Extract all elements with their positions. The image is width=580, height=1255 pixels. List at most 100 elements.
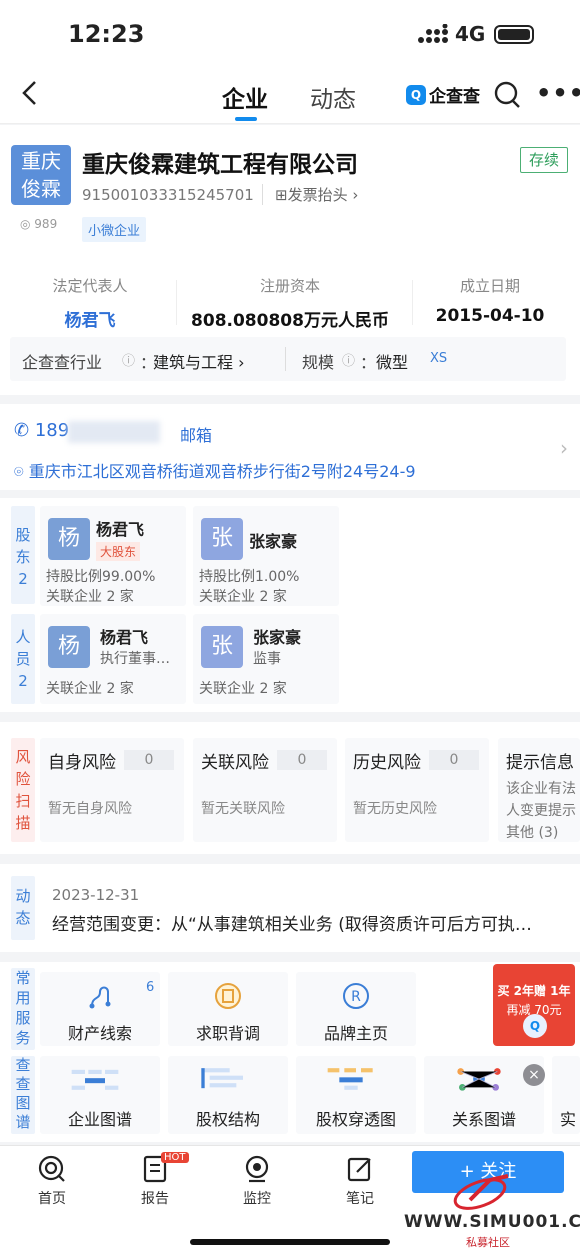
common-services-label: 常 用 服 务 xyxy=(11,968,35,1050)
dynamic-text: 经营范围变更：从“从事建筑相关业务 (取得资质许可后方可执… xyxy=(52,915,532,935)
invoice-icon: ⊞ xyxy=(275,186,288,204)
staff-card[interactable]: 杨 杨君飞 执行董事… 关联企业 2 家 xyxy=(40,614,186,704)
founded-value: 2015-04-10 xyxy=(435,306,545,326)
promo-banner[interactable]: 买 2年赠 1年 再减 70元 Q xyxy=(493,964,575,1046)
related-companies: 关联企业 2 家 xyxy=(46,681,134,697)
phone-icon: ✆ xyxy=(14,420,30,441)
search-icon[interactable] xyxy=(493,80,521,108)
label-char: 2 xyxy=(18,672,28,690)
staff-role: 监事 xyxy=(253,651,281,667)
location-pin-icon: ⌾ xyxy=(14,462,29,481)
divider xyxy=(285,347,286,371)
founded-date: 成立日期 2015-04-10 xyxy=(430,275,550,326)
avatar-line-2: 俊霖 xyxy=(21,177,61,201)
info-icon: ⓘ xyxy=(342,354,356,369)
tab-notes[interactable]: 笔记 xyxy=(330,1154,390,1208)
company-graph-button[interactable]: 企业图谱 xyxy=(40,1056,160,1134)
history-risk-card[interactable]: 历史风险 0 暂无历史风险 xyxy=(345,738,489,842)
email-link[interactable]: 邮箱 xyxy=(180,422,212,446)
company-tag[interactable]: 小微企业 xyxy=(82,217,147,242)
network-type: 4G xyxy=(455,22,486,46)
scale-label: 规模 xyxy=(302,353,335,372)
risk-scan-label: 风 险 扫 描 xyxy=(11,738,35,842)
label-char: 用 xyxy=(15,989,31,1007)
shareholder-name: 杨君飞 xyxy=(96,520,145,539)
tab-monitor[interactable]: 监控 xyxy=(227,1154,287,1208)
self-risk-card[interactable]: 自身风险 0 暂无自身风险 xyxy=(40,738,184,842)
label-char: 查 xyxy=(15,1056,31,1074)
promo-line-1: 买 2年赠 1年 xyxy=(497,984,571,998)
close-icon[interactable]: × xyxy=(523,1064,545,1086)
credit-code: 915001033315245701 xyxy=(82,186,254,204)
related-risk-card[interactable]: 关联风险 0 暂无关联风险 xyxy=(193,738,337,842)
equity-structure-button[interactable]: 股权结构 xyxy=(168,1056,288,1134)
industry-value[interactable]: 建筑与工程 › xyxy=(153,349,245,373)
tab-company[interactable]: 企业 xyxy=(222,80,268,114)
invoice-label: 发票抬头 › xyxy=(287,186,359,204)
dynamics-card[interactable]: 动 态 2023-12-31 经营范围变更：从“从事建筑相关业务 (取得资质许可… xyxy=(0,864,580,952)
phone-link[interactable]: ✆ 189 xyxy=(14,420,69,441)
service-label: 股权穿透图 xyxy=(315,1110,396,1129)
label-char: 常 xyxy=(15,969,31,987)
back-arrow-icon[interactable] xyxy=(16,78,46,108)
contact-card: ✆ 189 邮箱 ⌾ 重庆市江北区观音桥街道观音桥步行街2号附24号24-9 › xyxy=(0,404,580,490)
relationship-graph-thumbnail-icon xyxy=(457,1068,501,1091)
shareholder-card[interactable]: 杨 杨君飞 大股东 持股比例99.00% 关联企业 2 家 xyxy=(40,506,186,606)
more-graph-button[interactable]: 实 xyxy=(552,1056,580,1134)
staff-label[interactable]: 人 员 2 xyxy=(11,614,35,704)
avatar: 张 xyxy=(201,626,243,668)
registered-trademark-icon: R xyxy=(343,983,369,1009)
job-background-check-button[interactable]: 求职背调 xyxy=(168,972,288,1046)
avatar: 杨 xyxy=(48,626,90,668)
staff-card[interactable]: 张 张家豪 监事 关联企业 2 家 xyxy=(193,614,339,704)
tab-home[interactable]: 首页 xyxy=(22,1154,82,1208)
risk-count: 0 xyxy=(429,750,479,770)
avatar: 张 xyxy=(201,518,243,560)
shareholders-label[interactable]: 股 东 2 xyxy=(11,506,35,604)
risk-desc: 暂无历史风险 xyxy=(353,801,437,817)
divider xyxy=(176,280,177,325)
staff-name: 杨君飞 xyxy=(100,628,149,647)
share-ratio: 持股比例1.00% xyxy=(199,569,300,585)
tab-dynamics[interactable]: 动态 xyxy=(310,80,356,114)
home-logo-icon xyxy=(38,1155,65,1182)
company-name: 重庆俊霖建筑工程有限公司 xyxy=(82,152,358,178)
hint-info-card[interactable]: 提示信息 该企业有法 人变更提示 其他 (3) xyxy=(498,738,580,842)
tab-label: 报告 xyxy=(141,1191,169,1207)
info-icon: ⓘ xyxy=(122,354,136,369)
watermark-site: WWW.SIMU001.CN xyxy=(404,1212,580,1232)
related-companies: 关联企业 2 家 xyxy=(199,589,287,605)
service-label: 实 xyxy=(560,1110,577,1129)
tab-report[interactable]: 报告 HOT xyxy=(125,1152,189,1208)
address-link[interactable]: ⌾ 重庆市江北区观音桥街道观音桥步行街2号附24号24-9 xyxy=(14,458,416,482)
label-char: 风 xyxy=(15,748,31,766)
label-char: 图 xyxy=(15,1094,31,1112)
label-char: 服 xyxy=(15,1009,31,1027)
label-char: 2 xyxy=(18,570,28,588)
status-bar: 12:23 4G xyxy=(0,0,580,66)
hot-badge: HOT xyxy=(161,1152,189,1163)
risk-scan-card: 风 险 扫 描 自身风险 0 暂无自身风险 关联风险 0 暂无关联风险 历史风险… xyxy=(0,722,580,854)
status-badge: 存续 xyxy=(520,147,568,173)
count-badge: 6 xyxy=(146,980,155,995)
related-companies: 关联企业 2 家 xyxy=(199,681,287,697)
notes-edit-icon xyxy=(347,1157,371,1182)
legal-rep-link[interactable]: 杨君飞 xyxy=(40,306,140,331)
more-icon[interactable]: ••• xyxy=(536,79,580,107)
risk-title: 关联风险 xyxy=(201,753,269,773)
shareholder-card[interactable]: 张 张家豪 持股比例1.00% 关联企业 2 家 xyxy=(193,506,339,606)
tab-label: 笔记 xyxy=(346,1191,374,1207)
industry-bar[interactable]: 企查查行业 ⓘ ： 建筑与工程 › 规模 ⓘ ： 微型 XS xyxy=(10,337,566,381)
chevron-right-icon[interactable]: › xyxy=(560,436,568,460)
avatar-line-1: 重庆 xyxy=(21,149,61,173)
property-clues-button[interactable]: 财产线索 6 xyxy=(40,972,160,1046)
capital-label: 注册资本 xyxy=(259,277,320,295)
equity-penetration-button[interactable]: 股权穿透图 xyxy=(296,1056,416,1134)
clock: 12:23 xyxy=(68,20,145,48)
avatar: 杨 xyxy=(48,518,90,560)
address-text: 重庆市江北区观音桥街道观音桥步行街2号附24号24-9 xyxy=(28,462,416,481)
brand-homepage-button[interactable]: R 品牌主页 xyxy=(296,972,416,1046)
invoice-header-link[interactable]: ⊞发票抬头 › xyxy=(262,184,358,205)
legal-rep-label: 法定代表人 xyxy=(52,277,128,295)
top-nav: 企业 动态 Q 企查查 ••• xyxy=(0,66,580,124)
